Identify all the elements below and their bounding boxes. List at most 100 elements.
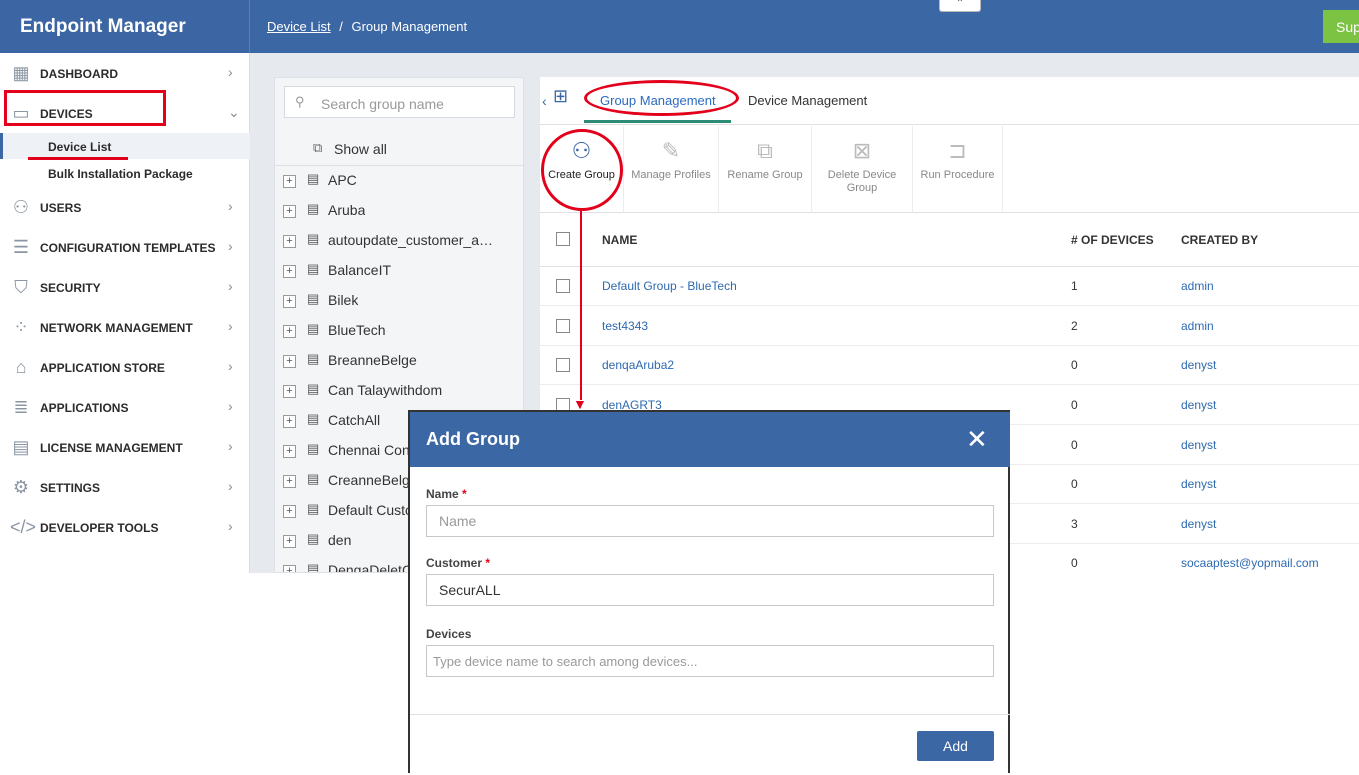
support-button[interactable]: Support [1323,10,1359,43]
tree-item[interactable]: + ▤ Aruba [275,197,523,227]
collapse-header-toggle[interactable]: ⌃ [939,0,981,12]
expand-icon[interactable]: + [283,535,296,548]
tab-device-management[interactable]: Device Management [748,93,867,108]
add-button[interactable]: Add [917,731,994,761]
breadcrumb-device-list[interactable]: Device List [267,19,331,34]
delete-device-group-button[interactable]: ⊠ Delete Device Group [812,126,913,213]
group-name-link[interactable]: Default Group - BlueTech [602,279,737,293]
tree-item-label: autoupdate_customer_a… [328,232,493,248]
sidebar-item-application-store[interactable]: ⌂ APPLICATION STORE › [0,347,250,387]
run-procedure-button[interactable]: ⊐ Run Procedure [913,126,1003,213]
templates-icon: ☰ [12,237,30,257]
expand-icon[interactable]: + [283,475,296,488]
row-checkbox[interactable] [556,319,570,333]
annotation-arrow-line [580,208,582,400]
created-by-link[interactable]: denyst [1181,358,1216,372]
group-icon: ▤ [307,411,320,426]
show-all-button[interactable]: ⧉ Show all [275,134,523,166]
column-header-devices[interactable]: # OF DEVICES [1071,233,1154,247]
expand-icon[interactable]: + [283,415,296,428]
chevron-right-icon: › [228,478,233,494]
search-group-field[interactable]: ⚲ Search group name [284,86,515,118]
expand-icon[interactable]: + [283,205,296,218]
name-label: Name * [426,487,467,501]
rename-group-button[interactable]: ⧉ Rename Group [719,126,812,213]
tree-item[interactable]: + ▤ Bilek [275,287,523,317]
tree-item[interactable]: + ▤ APC [275,167,523,197]
sidebar-item-security[interactable]: ⛉ SECURITY › [0,267,250,307]
store-icon: ⌂ [15,357,27,377]
created-by-link[interactable]: admin [1181,279,1214,293]
sidebar-item-users[interactable]: ⚇ USERS › [0,187,250,227]
expand-icon[interactable]: + [283,265,296,278]
expand-icon[interactable]: + [283,385,296,398]
tree-item[interactable]: + ▤ BlueTech [275,317,523,347]
sidebar-item-dashboard[interactable]: ▦ DASHBOARD › [0,53,250,93]
created-by-link[interactable]: denyst [1181,438,1216,452]
sidebar-item-label: APPLICATION STORE [40,361,165,375]
collapse-tree-icon[interactable]: ‹ [542,93,547,109]
row-checkbox[interactable] [556,358,570,372]
close-icon[interactable]: ✕ [966,424,988,455]
annotation-highlight-devices [4,90,166,126]
table-header: NAME # OF DEVICES CREATED BY [540,214,1359,267]
group-icon: ▤ [307,531,320,546]
sidebar-item-label: APPLICATIONS [40,401,129,415]
search-icon: ⚲ [295,94,305,109]
table-row[interactable]: Default Group - BlueTech 1 admin [540,266,1359,306]
tree-item[interactable]: + ▤ Can Talaywithdom [275,377,523,407]
expand-icon[interactable]: + [283,325,296,338]
tree-item[interactable]: + ▤ autoupdate_customer_a… [275,227,523,257]
sidebar-item-applications[interactable]: ≣ APPLICATIONS › [0,387,250,427]
group-name-link[interactable]: test4343 [602,319,648,333]
column-header-created-by[interactable]: CREATED BY [1181,233,1258,247]
dialog-title: Add Group [426,429,520,449]
devices-search-field[interactable] [426,645,994,677]
group-name-link[interactable]: denqaAruba2 [602,358,674,372]
annotation-circle-create-group [541,129,623,211]
sidebar-subitem-bulk-installation[interactable]: Bulk Installation Package [0,160,250,186]
expand-icon[interactable]: + [283,445,296,458]
table-row[interactable]: denqaAruba2 0 denyst [540,345,1359,385]
expand-icon[interactable]: + [283,235,296,248]
select-all-checkbox[interactable] [556,232,570,246]
expand-icon[interactable]: + [283,565,296,572]
sidebar-item-network-management[interactable]: ⁘ NETWORK MANAGEMENT › [0,307,250,347]
device-count: 0 [1071,398,1078,412]
user-icon: ⚇ [12,197,30,217]
created-by-link[interactable]: socaaptest@yopmail.com [1181,556,1319,570]
manage-profiles-button[interactable]: ✎ Manage Profiles [624,126,719,213]
expand-icon[interactable]: + [283,175,296,188]
expand-icon[interactable]: + [283,355,296,368]
sidebar-item-label: LICENSE MANAGEMENT [40,441,183,455]
name-field[interactable] [426,505,994,537]
created-by-link[interactable]: admin [1181,319,1214,333]
sidebar-item-label: SETTINGS [40,481,101,495]
table-row[interactable]: test4343 2 admin [540,306,1359,346]
created-by-link[interactable]: denyst [1181,477,1216,491]
sidebar-item-developer-tools[interactable]: </> DEVELOPER TOOLS › [0,507,250,547]
tree-item[interactable]: + ▤ BreanneBelge [275,347,523,377]
created-by-link[interactable]: denyst [1181,398,1216,412]
column-header-name[interactable]: NAME [602,233,637,247]
chevron-right-icon: › [228,358,233,374]
device-count: 0 [1071,438,1078,452]
tree-item[interactable]: + ▤ BalanceIT [275,257,523,287]
group-icon: ▤ [307,561,320,573]
tree-item-label: Default Custo [328,502,413,518]
expand-icon[interactable]: + [283,505,296,518]
annotation-circle-group-management [584,80,739,116]
sidebar-item-license-management[interactable]: ▤ LICENSE MANAGEMENT › [0,427,250,467]
sidebar-item-configuration-templates[interactable]: ☰ CONFIGURATION TEMPLATES › [0,227,250,267]
customer-field[interactable] [426,574,994,606]
row-checkbox[interactable] [556,279,570,293]
license-icon: ▤ [12,437,30,457]
sidebar-item-settings[interactable]: ⚙ SETTINGS › [0,467,250,507]
sidebar-item-label: DEVELOPER TOOLS [40,521,159,535]
hierarchy-icon: ⊞ [553,86,569,106]
created-by-link[interactable]: denyst [1181,517,1216,531]
group-icon: ▤ [307,261,320,276]
expand-icon[interactable]: + [283,295,296,308]
sidebar-subitem-device-list[interactable]: Device List [0,133,250,159]
chevron-right-icon: › [228,238,233,254]
